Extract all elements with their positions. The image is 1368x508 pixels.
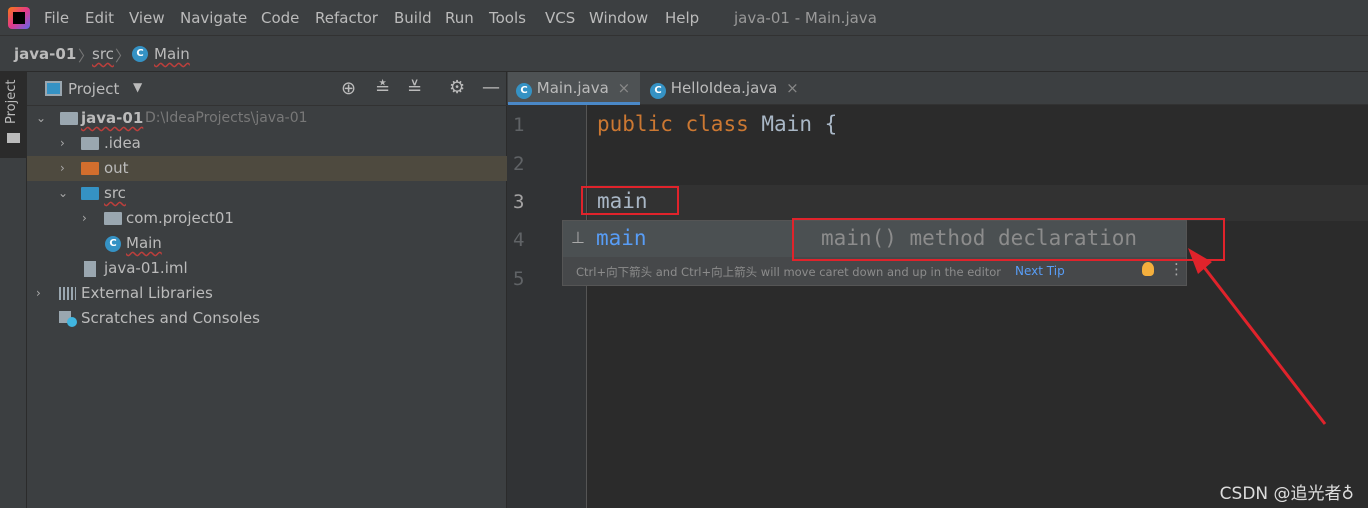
arrow-shaft — [1198, 261, 1327, 425]
annotation-arrow — [1188, 248, 1327, 425]
arrow-head — [1188, 248, 1212, 274]
watermark: CSDN @追光者♁ — [1219, 484, 1354, 504]
